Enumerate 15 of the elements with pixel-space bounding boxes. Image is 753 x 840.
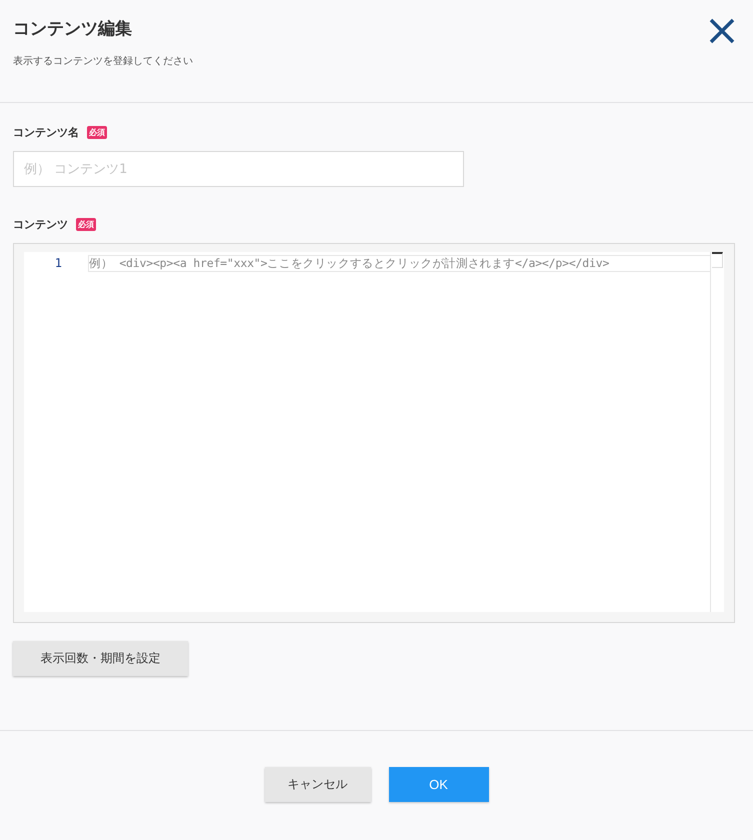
dialog-subtitle: 表示するコンテンツを登録してください [13, 54, 193, 68]
field-label: コンテンツ名 [13, 124, 79, 140]
code-editor[interactable]: 1 例） <div><p><a href="xxx">ここをクリックするとクリックが計測されます</a></p></div> [13, 243, 735, 623]
display-settings-button[interactable]: 表示回数・期間を設定 [13, 641, 188, 676]
cancel-button[interactable]: キャンセル [264, 767, 370, 802]
close-icon [708, 17, 736, 45]
close-button[interactable] [708, 17, 736, 45]
line-number: 1 [54, 255, 63, 271]
editor-placeholder: 例） <div><p><a href="xxx">ここをクリックするとクリックが計測されます</a></p></div> [88, 255, 710, 272]
required-badge: 必須 [76, 218, 96, 230]
required-badge: 必須 [87, 126, 107, 138]
field-label: コンテンツ [13, 216, 68, 232]
scrollbar-icon [712, 252, 723, 268]
content-name-field[interactable]: 例） コンテンツ1 [13, 151, 464, 187]
dialog-title: コンテンツ編集 [13, 18, 133, 40]
